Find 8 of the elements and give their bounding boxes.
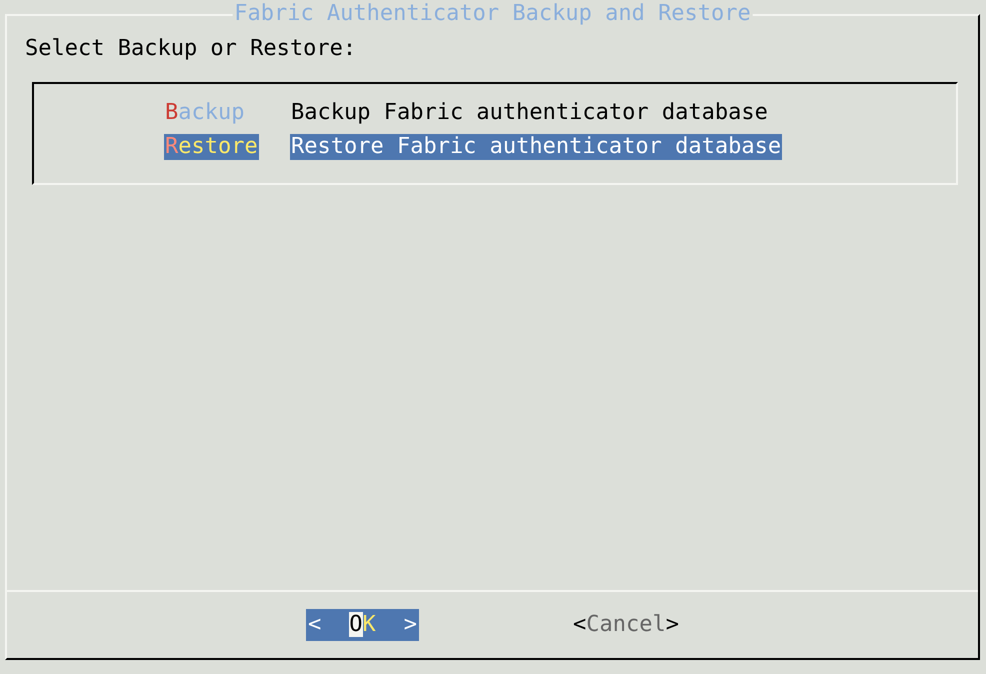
cancel-button[interactable]: <Cancel>: [573, 609, 679, 641]
menu-item-tag[interactable]: Restore: [164, 134, 259, 160]
dialog-title: Fabric Authenticator Backup and Restore: [232, 1, 753, 27]
menu-item-description[interactable]: Backup Fabric authenticator database: [290, 100, 769, 126]
menu-item-tag[interactable]: Backup: [164, 100, 246, 126]
prompt-text: Select Backup or Restore:: [25, 36, 358, 62]
menu-item-description[interactable]: Restore Fabric authenticator database: [290, 134, 782, 160]
ok-button[interactable]: < OK >: [306, 609, 419, 641]
